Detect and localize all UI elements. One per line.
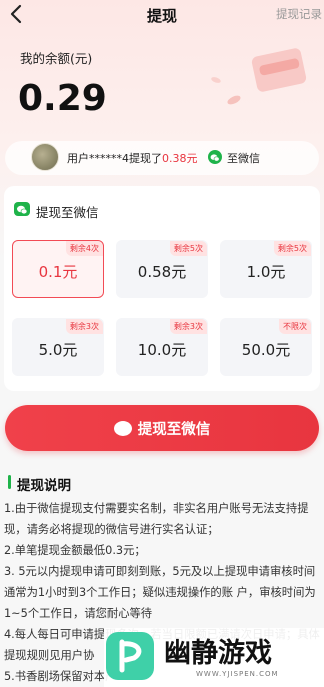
withdraw-ticker: 用户******4提现了0.38元 至微信 [5,141,319,175]
ticker-destination: 至微信 [227,152,260,165]
amount-option[interactable]: 剩余4次 0.1元 [12,240,104,298]
remaining-badge: 剩余3次 [169,319,207,334]
watermark-url: WWW.YJISPEN.COM [196,670,279,678]
ticker-prefix: 用户******4提现了 [67,152,162,165]
amount-label: 10.0元 [137,341,187,359]
amount-option[interactable]: 剩余5次 1.0元 [220,240,312,298]
rules-title: 提现说明 [17,478,71,494]
balance-label: 我的余额(元) [20,51,93,66]
card-title: 提现至微信 [36,205,99,220]
amount-label: 5.0元 [38,341,78,359]
site-watermark: 幽静游戏 WWW.YJISPEN.COM [104,628,324,687]
withdraw-to-wechat-button[interactable]: 提现至微信 [5,405,319,451]
amount-option[interactable]: 剩余3次 10.0元 [116,318,208,376]
amount-label: 50.0元 [241,341,291,359]
top-nav-bar: 提现 提现记录 [0,0,324,30]
wechat-icon [113,421,132,436]
button-label: 提现至微信 [137,422,211,438]
ticker-amount: 0.38元 [162,152,198,165]
watermark-text: 幽静游戏 [164,638,272,669]
amount-label: 0.1元 [38,263,78,281]
avatar [31,143,59,171]
amount-option[interactable]: 剩余5次 0.58元 [116,240,208,298]
wechat-icon [208,150,222,164]
rule-item: 1.由于微信提现支付需要实名制，非实名用户账号无法支持提现，请务必将提现的微信号… [4,502,309,536]
amount-option[interactable]: 剩余3次 5.0元 [12,318,104,376]
remaining-badge: 剩余3次 [65,319,103,334]
amount-label: 0.58元 [137,263,187,281]
red-envelope-decoration [211,48,307,105]
withdraw-record-link[interactable]: 提现记录 [276,6,322,22]
wechat-icon [14,202,30,216]
remaining-badge: 剩余4次 [65,241,103,256]
withdraw-card: 提现至微信 剩余4次 0.1元 剩余5次 0.58元 剩余5次 1.0元 剩余3… [4,186,320,391]
amount-option[interactable]: 不限次 50.0元 [220,318,312,376]
rule-item: 2.单笔提现金额最低0.3元； [4,544,146,557]
balance-value: 0.29 [18,78,107,119]
remaining-badge: 不限次 [279,319,311,334]
ticker-text: 用户******4提现了0.38元 [67,150,198,166]
remaining-badge: 剩余5次 [169,241,207,256]
rule-item: 3. 5元以内提现申请可即刻到账，5元及以上提现申请审核时间通常为1小时到3个工… [4,565,316,620]
amount-label: 1.0元 [246,263,286,281]
section-marker [8,475,11,489]
remaining-badge: 剩余5次 [273,241,311,256]
watermark-logo-icon [106,632,154,680]
